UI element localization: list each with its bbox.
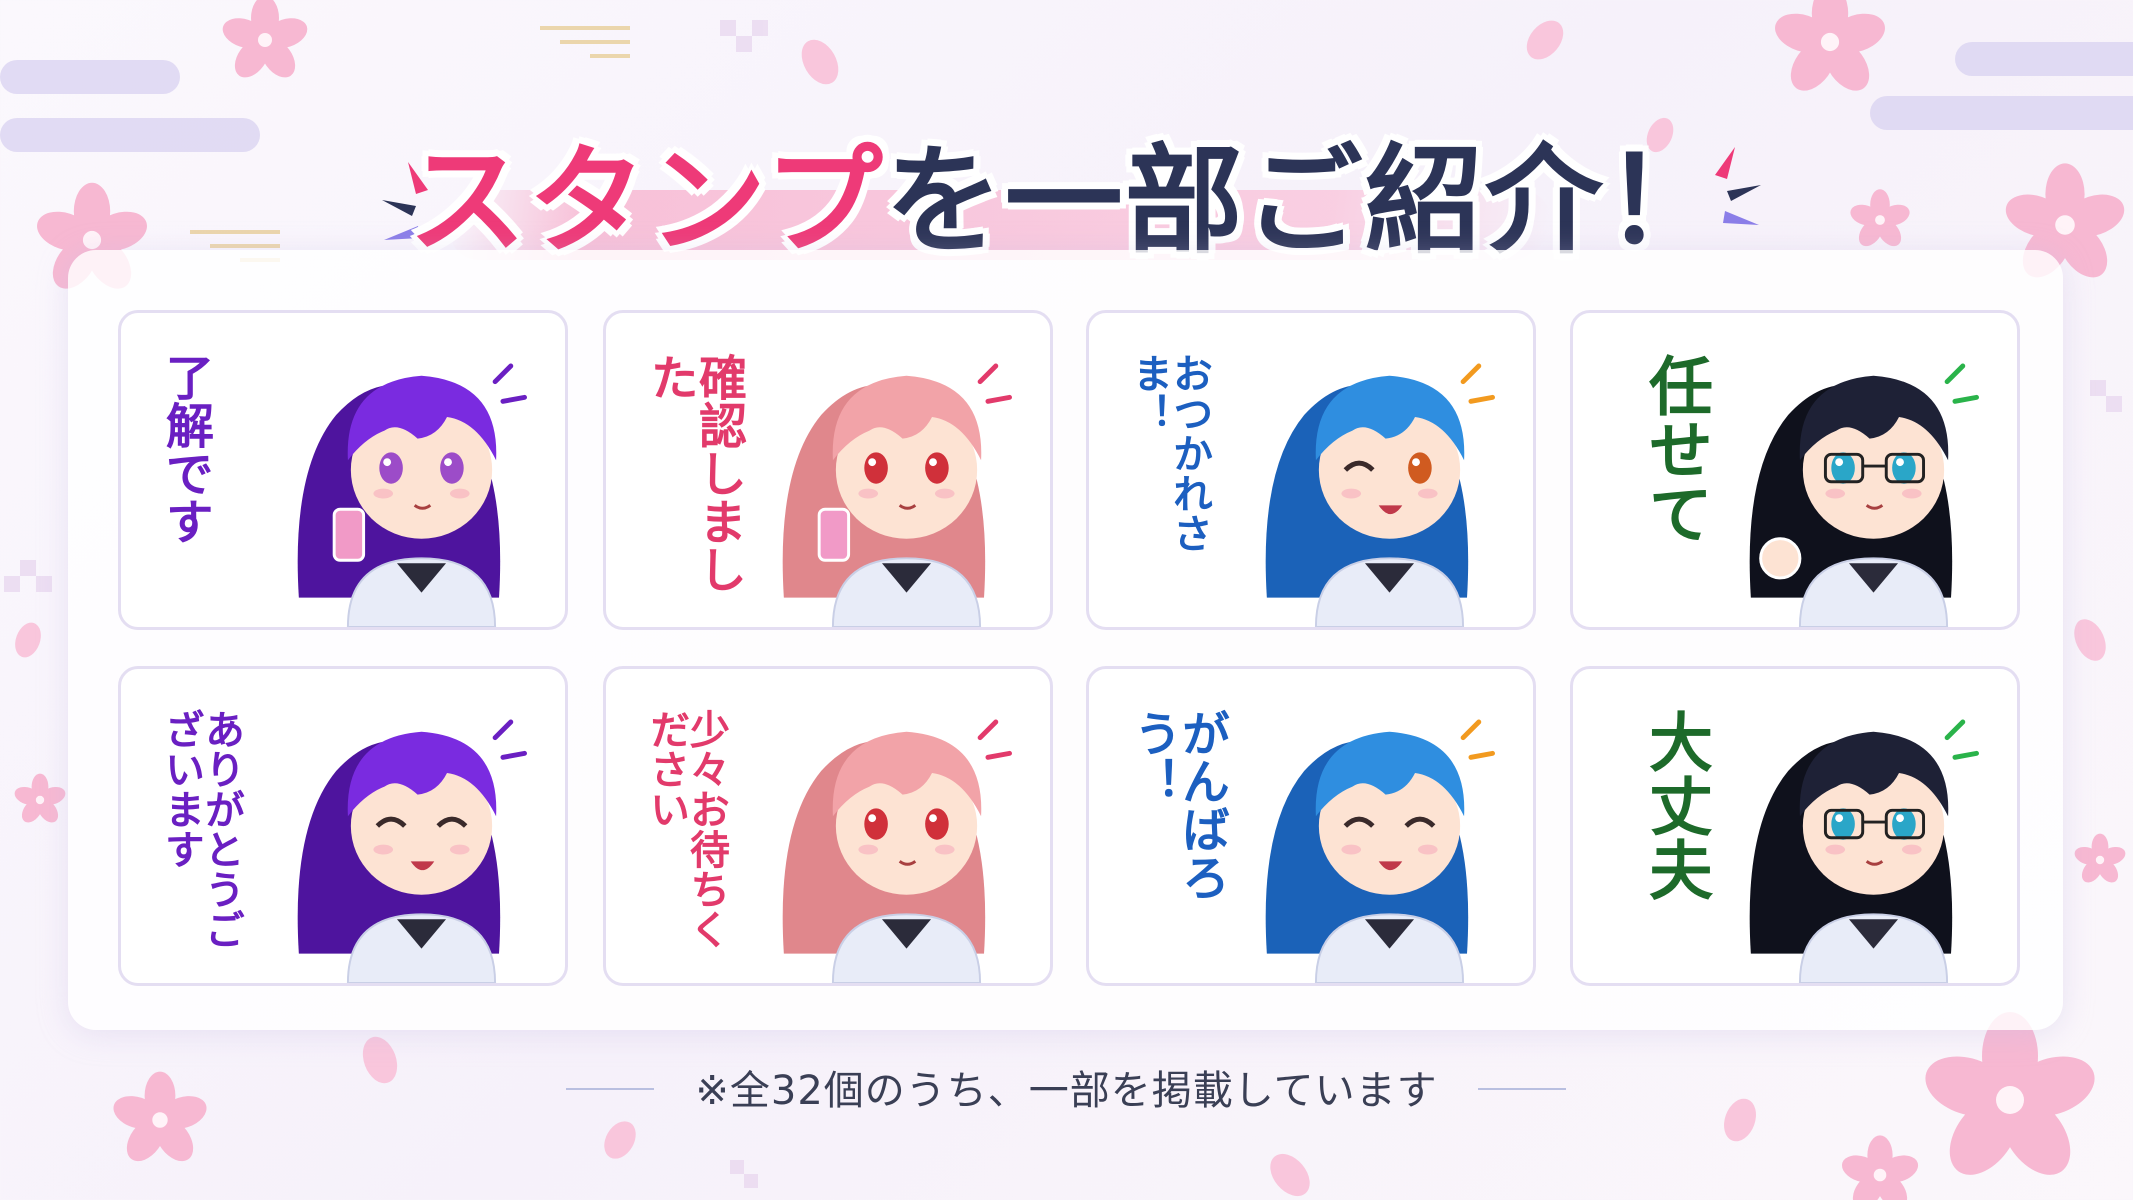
- stamp-card: おつかれさま！: [1086, 310, 1536, 630]
- stamp-text: 少々お待ちください: [643, 709, 729, 949]
- stamp-card: 了解です: [118, 310, 568, 630]
- stamp-card: 確認しました: [603, 310, 1053, 630]
- stamp-grid: 了解です 確認しました おつかれさま！ 任せて ありがとうございます 少々お待ち…: [118, 310, 2020, 1000]
- stamp-card: がんばろう！: [1086, 666, 1536, 986]
- footer-line-right: [1478, 1088, 1566, 1090]
- footer-note: ※全32個のうち、一部を掲載しています: [695, 1068, 1438, 1114]
- stamp-card: 大丈夫: [1570, 666, 2020, 986]
- stamp-text: 了解です: [157, 353, 213, 545]
- stamp-text: 任せて: [1638, 353, 1712, 545]
- stamp-text: 大丈夫: [1638, 709, 1712, 901]
- stamp-card: 少々お待ちください: [603, 666, 1053, 986]
- stamp-card: ありがとうございます: [118, 666, 568, 986]
- stamp-text: おつかれさま！: [1126, 353, 1212, 553]
- stamp-text: ありがとうございます: [158, 709, 244, 949]
- stamp-text: 確認しました: [642, 353, 746, 593]
- title-banner: スタンプを一部ご紹介！: [0, 80, 2133, 270]
- stamp-card: 任せて: [1570, 310, 2020, 630]
- stamp-text: がんばろう！: [1125, 709, 1229, 901]
